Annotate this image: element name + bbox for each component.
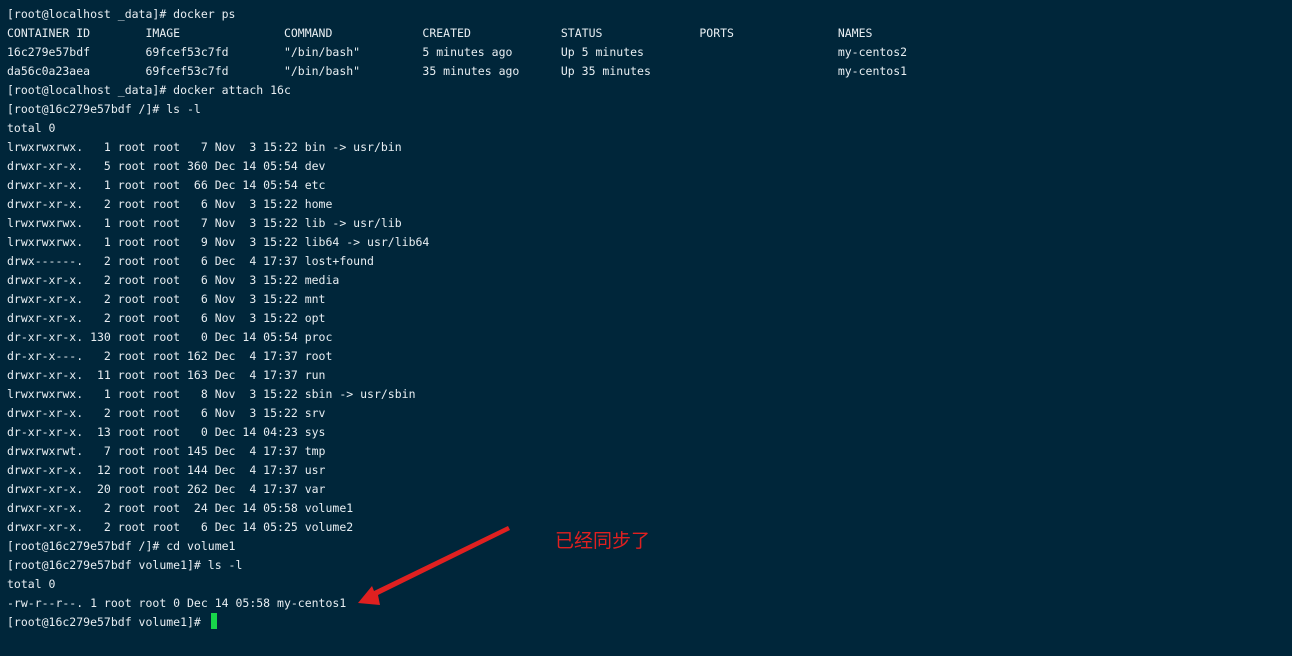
terminal-line: [root@localhost _data]# docker ps xyxy=(7,7,236,21)
terminal-line: lrwxrwxrwx. 1 root root 7 Nov 3 15:22 li… xyxy=(7,216,402,230)
terminal-line: lrwxrwxrwx. 1 root root 9 Nov 3 15:22 li… xyxy=(7,235,430,249)
terminal-line: lrwxrwxrwx. 1 root root 8 Nov 3 15:22 sb… xyxy=(7,387,416,401)
terminal-line: drwxr-xr-x. 2 root root 6 Nov 3 15:22 ho… xyxy=(7,197,333,211)
annotation-label: 已经同步了 xyxy=(555,530,651,552)
terminal-line: total 0 xyxy=(7,121,56,135)
terminal-line: da56c0a23aea 69fcef53c7fd "/bin/bash" 35… xyxy=(7,64,908,78)
terminal-prompt: [root@16c279e57bdf volume1]# xyxy=(7,615,208,629)
terminal-line: drwxr-xr-x. 1 root root 66 Dec 14 05:54 … xyxy=(7,178,326,192)
terminal-line: drwxr-xr-x. 2 root root 6 Nov 3 15:22 me… xyxy=(7,273,340,287)
terminal-line: drwxr-xr-x. 2 root root 24 Dec 14 05:58 … xyxy=(7,501,354,515)
terminal-line: drwxr-xr-x. 12 root root 144 Dec 4 17:37… xyxy=(7,463,326,477)
terminal-line: dr-xr-xr-x. 130 root root 0 Dec 14 05:54… xyxy=(7,330,333,344)
terminal-line: [root@16c279e57bdf volume1]# ls -l xyxy=(7,558,243,572)
terminal-line: drwxrwxrwt. 7 root root 145 Dec 4 17:37 … xyxy=(7,444,326,458)
terminal-line: drwxr-xr-x. 2 root root 6 Nov 3 15:22 mn… xyxy=(7,292,326,306)
terminal-line: drwxr-xr-x. 2 root root 6 Nov 3 15:22 sr… xyxy=(7,406,326,420)
terminal-line: drwxr-xr-x. 2 root root 6 Nov 3 15:22 op… xyxy=(7,311,326,325)
terminal-line: dr-xr-xr-x. 13 root root 0 Dec 14 04:23 … xyxy=(7,425,326,439)
terminal-line: [root@localhost _data]# docker attach 16… xyxy=(7,83,291,97)
terminal-line: drwxr-xr-x. 11 root root 163 Dec 4 17:37… xyxy=(7,368,326,382)
terminal-line: total 0 xyxy=(7,577,56,591)
terminal-line: CONTAINER ID IMAGE COMMAND CREATED STATU… xyxy=(7,26,873,40)
terminal-line: drwx------. 2 root root 6 Dec 4 17:37 lo… xyxy=(7,254,374,268)
terminal-line: drwxr-xr-x. 5 root root 360 Dec 14 05:54… xyxy=(7,159,326,173)
terminal-line: dr-xr-x---. 2 root root 162 Dec 4 17:37 … xyxy=(7,349,333,363)
terminal-prompt-line[interactable]: [root@16c279e57bdf volume1]# xyxy=(7,613,1277,632)
terminal-line: [root@16c279e57bdf /]# ls -l xyxy=(7,102,201,116)
terminal-line: lrwxrwxrwx. 1 root root 7 Nov 3 15:22 bi… xyxy=(7,140,402,154)
terminal-line: drwxr-xr-x. 20 root root 262 Dec 4 17:37… xyxy=(7,482,326,496)
terminal-line: 16c279e57bdf 69fcef53c7fd "/bin/bash" 5 … xyxy=(7,45,908,59)
terminal-cursor xyxy=(210,613,217,629)
terminal-line: -rw-r--r--. 1 root root 0 Dec 14 05:58 m… xyxy=(7,596,347,610)
